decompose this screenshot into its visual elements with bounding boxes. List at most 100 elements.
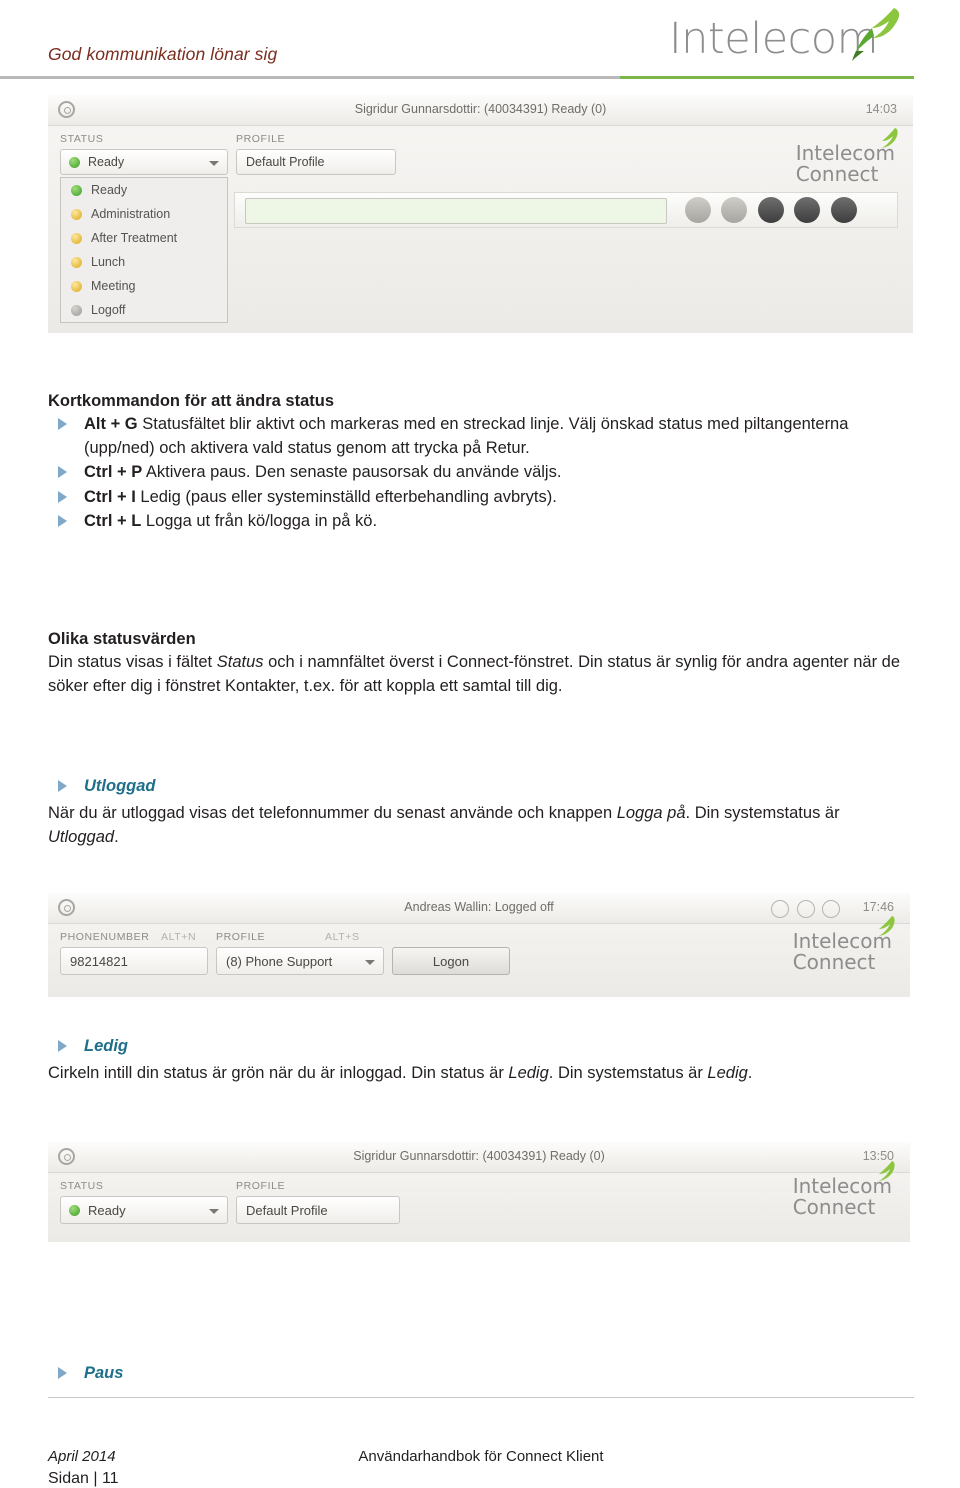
item-utloggad: Utloggad När du är utloggad visas det te…: [48, 775, 914, 849]
dropdown-item-administration[interactable]: Administration: [61, 202, 227, 226]
record-button[interactable]: [757, 197, 784, 223]
phonenumber-shortcut-hint: ALT+N: [161, 931, 197, 943]
client-clock: 17:46: [862, 900, 894, 914]
page-header: God kommunikation lönar sig Intelecom: [0, 0, 960, 79]
profile-shortcut-hint: ALT+S: [325, 931, 360, 943]
header-rule-grey: [0, 76, 620, 79]
dropdown-item-logoff[interactable]: Logoff: [61, 298, 227, 322]
paus-heading: Paus: [84, 1364, 124, 1382]
client-titlebar: Sigridur Gunnarsdottir: (40034391) Ready…: [48, 95, 913, 126]
dropdown-item-label: Meeting: [91, 279, 136, 293]
shortcut-item-ctrl-i: Ctrl + I Ledig (paus eller systeminställ…: [48, 486, 914, 509]
footer-title: Användarhandbok för Connect Klient: [358, 1448, 604, 1465]
dropdown-item-label: Ready: [91, 183, 128, 197]
close-button[interactable]: [822, 900, 840, 918]
status-dot-green-icon: [69, 1205, 80, 1216]
dot-yellow-icon: [71, 209, 82, 220]
bullet-arrow-icon: [58, 1040, 67, 1052]
item-paus: Paus: [48, 1362, 914, 1386]
dot-yellow-icon: [71, 233, 82, 244]
shortcut-key: Ctrl + P: [84, 463, 143, 482]
utloggad-heading: Utloggad: [84, 777, 156, 795]
download-button[interactable]: [794, 197, 821, 223]
status-select[interactable]: Ready: [60, 149, 228, 175]
utloggad-text-2: . Din systemstatus är: [685, 804, 840, 823]
bullet-arrow-icon: [58, 780, 67, 792]
dropdown-item-label: Logoff: [91, 303, 126, 317]
logon-button-label: Logon: [432, 954, 470, 969]
shortcut-text: Aktivera paus. Den senaste pausorsak du …: [142, 463, 562, 482]
brand-logo: Intelecom: [578, 6, 908, 68]
phonenumber-value: 98214821: [70, 954, 128, 969]
statusvarden-heading: Olika statusvärden: [48, 630, 196, 648]
status-column-label: STATUS: [60, 133, 104, 145]
bullet-arrow-icon: [58, 1367, 67, 1379]
ledig-text-3: .: [747, 1064, 753, 1083]
mute-button[interactable]: [685, 197, 711, 223]
bullet-arrow-icon: [58, 418, 67, 431]
profile-select-value: Default Profile: [246, 1203, 328, 1218]
hangup-button[interactable]: [830, 197, 857, 223]
bird-icon: [842, 6, 904, 67]
client-titlebar: Sigridur Gunnarsdottir: (40034391) Ready…: [48, 1142, 910, 1173]
profile-select[interactable]: Default Profile: [236, 1196, 400, 1224]
shortcut-item-ctrl-p: Ctrl + P Aktivera paus. Den senaste paus…: [48, 461, 914, 484]
client-title: Sigridur Gunnarsdottir: (40034391) Ready…: [353, 1149, 605, 1163]
connect-logo: Intelecom Connect: [793, 1161, 895, 1218]
status-select-value: Ready: [88, 1203, 126, 1218]
dot-yellow-icon: [71, 281, 82, 292]
call-bar: [234, 192, 898, 228]
profile-column-label: PROFILE: [236, 1180, 286, 1192]
header-slogan: God kommunikation lönar sig: [48, 44, 278, 64]
dropdown-item-ready[interactable]: Ready: [61, 178, 227, 202]
ledig-heading: Ledig: [84, 1037, 128, 1055]
chevron-down-icon: [365, 960, 375, 965]
profile-select-value: (8) Phone Support: [226, 954, 333, 969]
status-dropdown-list[interactable]: Ready Administration After Treatment Lun…: [60, 177, 228, 323]
dropdown-item-after-treatment[interactable]: After Treatment: [61, 226, 227, 250]
utloggad-text-3: .: [114, 827, 119, 846]
bullet-arrow-icon: [58, 490, 67, 503]
shortcut-key: Ctrl + L: [84, 512, 142, 531]
profile-select[interactable]: Default Profile: [236, 149, 396, 175]
phonenumber-input[interactable]: 98214821: [60, 947, 208, 975]
ledig-text-1: Cirkeln intill din status är grön när du…: [48, 1064, 509, 1083]
ledig-heading-row: Ledig: [48, 1035, 914, 1058]
status-select[interactable]: Ready: [60, 1196, 228, 1224]
statusvarden-paragraph: Din status visas i fältet Status och i n…: [48, 651, 914, 698]
call-input[interactable]: [245, 198, 667, 224]
dot-yellow-icon: [71, 257, 82, 268]
profile-select[interactable]: (8) Phone Support: [216, 947, 384, 975]
connect-logo-line2: Connect: [792, 950, 876, 974]
minimize-button[interactable]: [771, 900, 790, 918]
paus-heading-row: Paus: [48, 1362, 914, 1385]
utloggad-em-utloggad: Utloggad: [48, 827, 115, 846]
header-rule-green: [620, 76, 914, 79]
dropdown-item-meeting[interactable]: Meeting: [61, 274, 227, 298]
shortcut-text: Ledig (paus eller systeminställd efterbe…: [135, 487, 557, 506]
utloggad-heading-row: Utloggad: [48, 775, 914, 798]
maximize-button[interactable]: [796, 900, 815, 918]
footer-page-number: Sidan | 11: [48, 1470, 119, 1487]
item-ledig: Ledig Cirkeln intill din status är grön …: [48, 1035, 914, 1086]
shortcut-key: Ctrl + I: [84, 487, 136, 506]
logon-button[interactable]: Logon: [392, 947, 510, 975]
client-clock: 14:03: [865, 102, 897, 116]
connect-logo-line2: Connect: [795, 162, 879, 186]
statusvarden-text-1: Din status visas i fältet: [48, 653, 217, 672]
utloggad-paragraph: När du är utloggad visas det telefonnumm…: [48, 802, 914, 849]
call-controls: [685, 197, 863, 223]
profile-column-label: PROFILE: [236, 133, 286, 145]
shortcut-text: Logga ut från kö/logga in på kö.: [141, 512, 378, 531]
ledig-em-1: Ledig: [508, 1064, 549, 1083]
phonenumber-column-label: PHONENUMBER: [60, 931, 150, 943]
status-column-label: STATUS: [60, 1180, 104, 1192]
dropdown-item-lunch[interactable]: Lunch: [61, 250, 227, 274]
profile-select-value: Default Profile: [246, 155, 325, 169]
utloggad-em-logga-pa: Logga på: [616, 804, 686, 823]
status-dot-green-icon: [69, 157, 80, 168]
screenshot-ready-client: Sigridur Gunnarsdottir: (40034391) Ready…: [48, 95, 913, 333]
dropdown-item-label: After Treatment: [91, 231, 178, 245]
volume-button[interactable]: [721, 197, 748, 223]
dropdown-item-label: Lunch: [91, 255, 126, 269]
